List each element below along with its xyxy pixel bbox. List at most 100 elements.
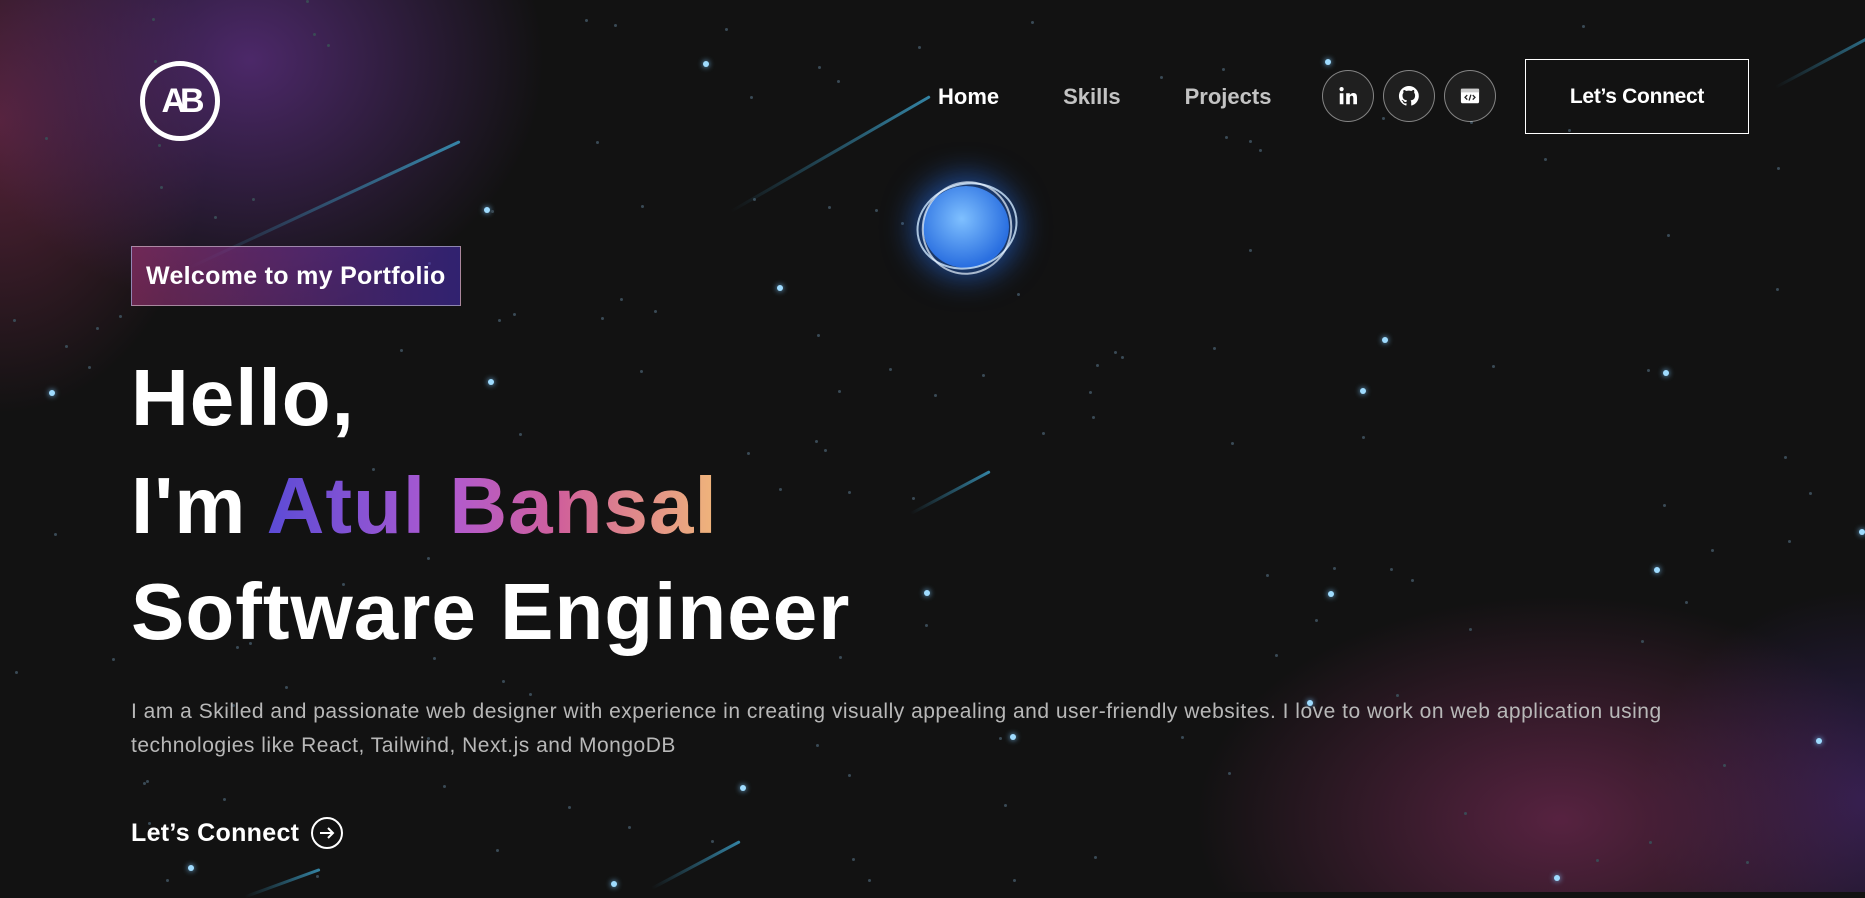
faint-star bbox=[596, 141, 599, 144]
hero-role: Software Engineer bbox=[131, 567, 851, 656]
faint-star bbox=[815, 440, 818, 443]
faint-star bbox=[1017, 293, 1020, 296]
faint-star bbox=[214, 216, 217, 219]
nav-skills[interactable]: Skills bbox=[1063, 84, 1120, 110]
faint-star bbox=[1089, 391, 1092, 394]
faint-star bbox=[848, 491, 851, 494]
star bbox=[1325, 59, 1331, 65]
faint-star bbox=[13, 319, 16, 322]
faint-star bbox=[252, 198, 255, 201]
faint-star bbox=[628, 826, 631, 829]
welcome-tagline: Welcome to my Portfolio bbox=[131, 246, 461, 306]
faint-star bbox=[1225, 136, 1228, 139]
shooting-star bbox=[244, 868, 321, 898]
hero-greeting: Hello, bbox=[131, 353, 355, 442]
orb-rings bbox=[916, 181, 1018, 275]
faint-star bbox=[1596, 859, 1599, 862]
faint-star bbox=[1222, 68, 1225, 71]
portfolio-button[interactable] bbox=[1444, 70, 1496, 122]
faint-star bbox=[868, 879, 871, 882]
faint-star bbox=[1213, 347, 1216, 350]
nav-home[interactable]: Home bbox=[938, 84, 999, 110]
hero-name: Atul Bansal bbox=[266, 461, 718, 550]
glowing-orb bbox=[913, 176, 1023, 276]
faint-star bbox=[146, 780, 149, 783]
star bbox=[924, 590, 930, 596]
faint-star bbox=[1094, 856, 1097, 859]
star bbox=[1816, 738, 1822, 744]
faint-star bbox=[918, 46, 921, 49]
faint-star bbox=[513, 313, 516, 316]
faint-star bbox=[934, 394, 937, 397]
lets-connect-link[interactable]: Let’s Connect bbox=[131, 817, 344, 849]
faint-star bbox=[1746, 861, 1749, 864]
faint-star bbox=[1784, 456, 1787, 459]
faint-star bbox=[1249, 140, 1252, 143]
faint-star bbox=[1231, 442, 1234, 445]
faint-star bbox=[1390, 568, 1393, 571]
star bbox=[1328, 591, 1334, 597]
faint-star bbox=[1266, 574, 1269, 577]
faint-star bbox=[838, 390, 841, 393]
faint-star bbox=[54, 533, 57, 536]
shooting-star bbox=[909, 470, 991, 516]
star bbox=[1654, 567, 1660, 573]
faint-star bbox=[1647, 369, 1650, 372]
faint-star bbox=[1788, 540, 1791, 543]
faint-star bbox=[818, 66, 821, 69]
faint-star bbox=[1776, 288, 1779, 291]
faint-star bbox=[1259, 149, 1262, 152]
star bbox=[1663, 370, 1669, 376]
logo[interactable]: AB bbox=[140, 61, 220, 141]
faint-star bbox=[601, 317, 604, 320]
faint-star bbox=[1031, 21, 1034, 24]
faint-star bbox=[15, 671, 18, 674]
star bbox=[1554, 875, 1560, 881]
faint-star bbox=[1711, 549, 1714, 552]
star bbox=[777, 285, 783, 291]
faint-star bbox=[817, 334, 820, 337]
faint-star bbox=[711, 840, 714, 843]
faint-star bbox=[1582, 25, 1585, 28]
faint-star bbox=[641, 205, 644, 208]
faint-star bbox=[427, 557, 430, 560]
faint-star bbox=[306, 0, 309, 3]
faint-star bbox=[158, 144, 161, 147]
faint-star bbox=[152, 18, 155, 21]
star bbox=[49, 390, 55, 396]
faint-star bbox=[502, 680, 505, 683]
shooting-star bbox=[730, 95, 931, 213]
faint-star bbox=[519, 433, 522, 436]
star bbox=[740, 785, 746, 791]
faint-star bbox=[1013, 879, 1016, 882]
faint-star bbox=[327, 44, 330, 47]
faint-star bbox=[828, 206, 831, 209]
faint-star bbox=[875, 209, 878, 212]
star bbox=[488, 379, 494, 385]
nav-projects[interactable]: Projects bbox=[1185, 84, 1272, 110]
faint-star bbox=[1315, 619, 1318, 622]
faint-star bbox=[45, 137, 48, 140]
lets-connect-button[interactable]: Let’s Connect bbox=[1525, 59, 1749, 134]
faint-star bbox=[750, 96, 753, 99]
faint-star bbox=[779, 488, 782, 491]
faint-star bbox=[982, 374, 985, 377]
faint-star bbox=[585, 19, 588, 22]
faint-star bbox=[1004, 804, 1007, 807]
faint-star bbox=[614, 24, 617, 27]
faint-star bbox=[568, 806, 571, 809]
github-button[interactable] bbox=[1383, 70, 1435, 122]
lets-connect-link-label: Let’s Connect bbox=[131, 818, 300, 847]
linkedin-icon bbox=[1339, 87, 1357, 105]
faint-star bbox=[1777, 167, 1780, 170]
faint-star bbox=[654, 310, 657, 313]
linkedin-button[interactable] bbox=[1322, 70, 1374, 122]
faint-star bbox=[154, 60, 157, 63]
faint-star bbox=[65, 345, 68, 348]
shooting-star bbox=[651, 840, 741, 890]
faint-star bbox=[837, 80, 840, 83]
faint-star bbox=[725, 28, 728, 31]
faint-star bbox=[112, 658, 115, 661]
faint-star bbox=[1333, 567, 1336, 570]
faint-star bbox=[1042, 432, 1045, 435]
